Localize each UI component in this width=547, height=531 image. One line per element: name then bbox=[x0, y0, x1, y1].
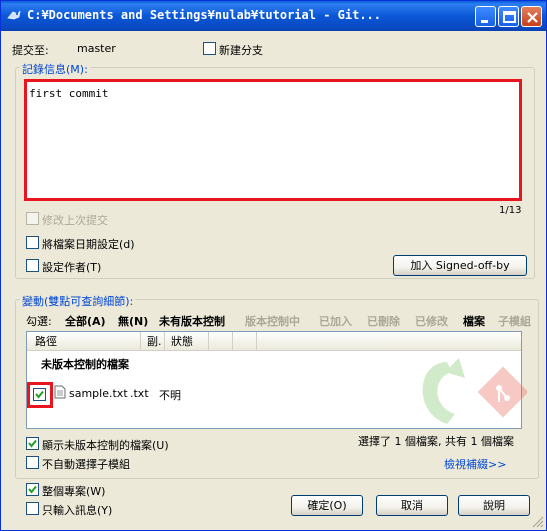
close-button[interactable] bbox=[521, 6, 542, 27]
commit-message-text: first commit bbox=[29, 87, 109, 100]
branch-name: master bbox=[77, 42, 116, 55]
filter-modified[interactable]: 已修改 bbox=[415, 313, 448, 329]
column-path[interactable]: 路徑 bbox=[29, 332, 141, 351]
column-status[interactable]: 狀態 bbox=[165, 332, 209, 351]
no-autoselect-submodules-checkbox[interactable] bbox=[26, 456, 39, 469]
amend-checkbox[interactable] bbox=[26, 212, 39, 225]
group-header-unversioned: 未版本控制的檔案 bbox=[41, 358, 129, 371]
view-patch-link[interactable]: 檢視補綴>> bbox=[444, 456, 506, 472]
whole-project-label[interactable]: 整個專案(W) bbox=[42, 483, 105, 499]
new-branch-label[interactable]: 新建分支 bbox=[219, 42, 263, 58]
message-only-label[interactable]: 只輸入訊息(Y) bbox=[42, 502, 112, 518]
column-empty-1 bbox=[209, 332, 233, 351]
message-counter: 1/13 bbox=[499, 205, 522, 216]
changes-group-title: 變動(雙點可查詢細節): bbox=[20, 293, 136, 309]
file-name: sample.txt bbox=[69, 387, 128, 400]
new-branch-checkbox[interactable] bbox=[203, 42, 216, 55]
filter-added[interactable]: 已加入 bbox=[319, 313, 352, 329]
amend-label: 修改上次提交 bbox=[42, 214, 108, 227]
set-date-checkbox[interactable] bbox=[26, 236, 39, 249]
set-author-checkbox[interactable] bbox=[26, 259, 39, 272]
no-autoselect-submodules-label[interactable]: 不自動選擇子模組 bbox=[42, 456, 130, 472]
message-group-title: 記錄信息(M): bbox=[20, 61, 90, 77]
check-label: 勾選: bbox=[26, 315, 52, 328]
show-unversioned-checkbox[interactable] bbox=[26, 437, 39, 450]
close-icon bbox=[527, 12, 538, 23]
minimize-button[interactable] bbox=[475, 6, 496, 27]
file-list[interactable]: 路徑 副. 狀態 未版本控制的檔案 sample.txt .txt 不明 bbox=[26, 331, 527, 429]
column-empty-2 bbox=[233, 332, 257, 351]
filter-submodules[interactable]: 子模組 bbox=[498, 313, 531, 329]
commit-to-label: 提交至: bbox=[12, 44, 49, 57]
filter-versioned[interactable]: 版本控制中 bbox=[245, 313, 300, 329]
set-date-label[interactable]: 將檔案日期設定(d) bbox=[42, 236, 135, 252]
minimize-icon bbox=[481, 20, 488, 23]
message-only-checkbox[interactable] bbox=[26, 502, 39, 515]
filter-unversioned[interactable]: 未有版本控制 bbox=[159, 313, 225, 329]
commit-dialog: C:¥Documents and Settings¥nulab¥tutorial… bbox=[0, 0, 547, 531]
show-unversioned-label[interactable]: 顯示未版本控制的檔案(U) bbox=[42, 437, 169, 453]
signoff-button[interactable]: 加入 Signed-off-by bbox=[393, 255, 527, 276]
help-button[interactable]: 說明 bbox=[458, 495, 530, 516]
selection-summary: 選擇了 1 個檔案, 共有 1 個檔案 bbox=[358, 435, 514, 448]
window-title: C:¥Documents and Settings¥nulab¥tutorial… bbox=[27, 8, 382, 22]
commit-message-input[interactable]: first commit bbox=[24, 79, 522, 201]
checkmark-icon bbox=[28, 439, 37, 448]
file-ext: .txt bbox=[130, 387, 149, 400]
resize-grip-icon[interactable] bbox=[531, 515, 545, 529]
text-file-icon bbox=[54, 385, 66, 399]
set-author-label[interactable]: 設定作者(T) bbox=[42, 259, 101, 275]
checkmark-icon bbox=[35, 390, 44, 399]
filter-deleted[interactable]: 已刪除 bbox=[367, 313, 400, 329]
maximize-button[interactable] bbox=[498, 6, 519, 27]
checkmark-icon bbox=[28, 485, 37, 494]
column-ext[interactable]: 副. bbox=[141, 332, 165, 351]
whole-project-checkbox[interactable] bbox=[26, 483, 39, 496]
maximize-icon bbox=[503, 11, 516, 23]
filter-all[interactable]: 全部(A) bbox=[65, 313, 106, 329]
file-checkbox[interactable] bbox=[33, 388, 46, 401]
table-row[interactable]: sample.txt .txt 不明 bbox=[27, 382, 521, 408]
cancel-button[interactable]: 取消 bbox=[376, 495, 448, 516]
ok-button[interactable]: 確定(O) bbox=[291, 495, 363, 516]
filter-none[interactable]: 無(N) bbox=[118, 313, 148, 329]
file-status: 不明 bbox=[159, 389, 181, 402]
title-bar[interactable]: C:¥Documents and Settings¥nulab¥tutorial… bbox=[1, 1, 546, 31]
tortoisegit-app-icon bbox=[7, 10, 21, 20]
filter-files[interactable]: 檔案 bbox=[463, 313, 485, 329]
